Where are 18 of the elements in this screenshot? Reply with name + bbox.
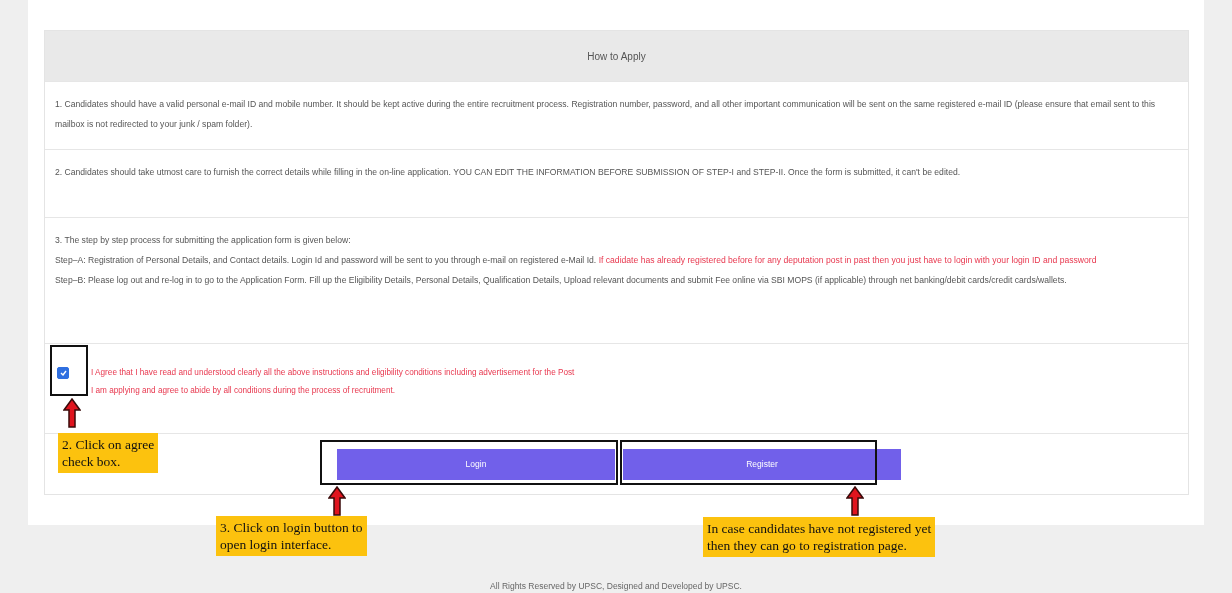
instruction-text: 3. The step by step process for submitting the application form is given below: (55, 234, 352, 247)
instruction-text: Step–A: Registration of Personal Details, and Contact details. Login Id and password will be sent to you through e-mail on registered e-Mail Id. If cadidate has already registered before for any deputation post in past then you just have to login with your login ID and password (55, 254, 1098, 267)
callout-note: 3. Click on login button to open login interface. (216, 516, 367, 556)
footer-text: All Rights Reserved by UPSC, Designed and Developed by UPSC. (490, 581, 742, 591)
arrow-icon (328, 486, 346, 516)
instruction-text: 2. Candidates should take utmost care to furnish the correct details while filling in the on-line application. YOU CAN EDIT THE INFORMATION BEFORE SUBMISSION OF STEP-I and STEP-II. Once the form is submitted, it can't be edited. (55, 166, 962, 179)
agree-checkbox[interactable] (57, 367, 69, 379)
callout-note: 2. Click on agree check box. (58, 433, 159, 473)
agreement-text: I Agree that I have read and understood clearly all the above instructions and eligibility conditions including advertisement for the Post I am applying and agree to abide by all conditions during the process of recruitment. (91, 367, 575, 397)
register-button[interactable]: Register (623, 448, 901, 480)
instruction-text: 1. Candidates should have a valid personal e-mail ID and mobile number. It should be kept active during the entire recruitment process. Registration number, password, and all other important communication will be sent on the same registered e-mail ID (please ensure that email sent to this mailbox is not redirected to your junk / spam folder). (55, 98, 1157, 131)
instruction-text: Step–B: Please log out and re-log in to go to the Application Form. Fill up the Eligibility Details, Personal Details, Qualification Details, Upload relevant documents and submit Fee online via SBI MOPS (if applicable) through net banking/debit cards/credit cards/wallets. (55, 274, 1068, 287)
login-button[interactable]: Login (337, 448, 615, 480)
section-title: How to Apply (45, 31, 1188, 81)
arrow-icon (63, 398, 81, 428)
callout-note: In case candidates have not registered yet then they can go to registration page. (703, 517, 936, 557)
highlight-frame (50, 345, 88, 396)
arrow-icon (846, 486, 864, 516)
